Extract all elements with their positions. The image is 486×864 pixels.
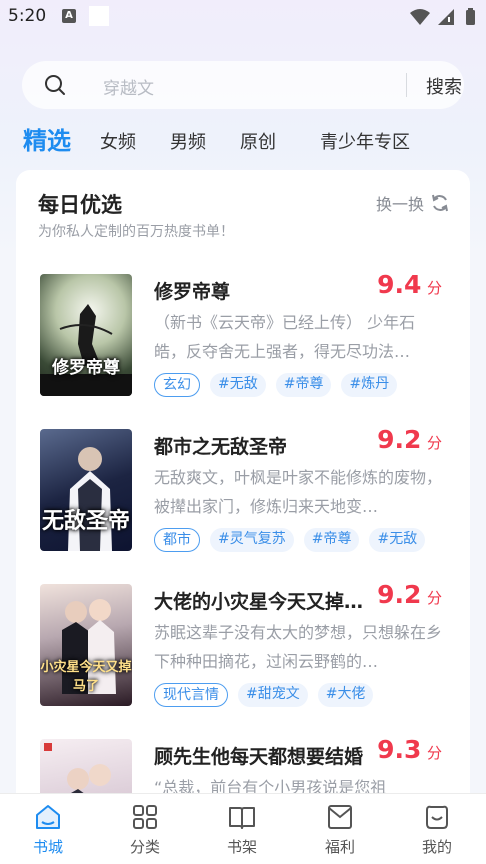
- grid-icon: [133, 805, 157, 829]
- nav-label: 福利: [324, 838, 355, 856]
- hashtag[interactable]: #灵气复苏: [210, 528, 294, 552]
- status-time: 5:20: [8, 6, 47, 26]
- nav-welfare[interactable]: 福利: [310, 802, 370, 862]
- nav-label: 书城: [32, 838, 63, 856]
- book-description: 无敌爽文，叶枫是叶家不能修炼的废物，被撵出家门，修炼归来天地变…: [154, 468, 443, 516]
- book-cover[interactable]: 小灾星今天又掉马了: [40, 584, 132, 706]
- status-bar: 5:20 A: [0, 0, 486, 34]
- search-icon: [45, 75, 65, 95]
- book-description: （新书《云天帝》已经上传） 少年石皓，反夺舍无上强者，得无尽功法…: [154, 313, 416, 361]
- book-tags: 现代言情 #甜宠文 #大佬: [154, 683, 374, 707]
- hashtag[interactable]: #帝尊: [303, 528, 360, 552]
- hashtag[interactable]: #无敌: [369, 528, 426, 552]
- search-input[interactable]: 穿越文: [103, 74, 154, 99]
- book-score: 9.4 分: [377, 270, 442, 299]
- nav-bookshelf[interactable]: 书架: [212, 802, 272, 862]
- book-item[interactable]: 小灾星今天又掉马了 大佬的小灾星今天又掉马了 9.2 分 苏眠这辈子没有太大的梦…: [40, 580, 450, 714]
- book-item[interactable]: 无敌圣帝 都市之无敌圣帝 9.2 分 无敌爽文，叶枫是叶家不能修炼的废物，被撵出…: [40, 425, 450, 559]
- nav-category[interactable]: 分类: [115, 802, 175, 862]
- book-title[interactable]: 修罗帝尊: [154, 277, 374, 304]
- hashtag[interactable]: #炼丹: [341, 373, 398, 397]
- refresh-label: 换一换: [375, 195, 424, 214]
- book-cover[interactable]: 修罗帝尊: [40, 274, 132, 396]
- book-cover[interactable]: 无敌圣帝: [40, 429, 132, 551]
- book-description: 苏眠这辈子没有太大的梦想，只想躲在乡下种种田摘花，过闲云野鹤的…: [154, 623, 443, 671]
- refresh-icon: [432, 194, 448, 212]
- book-tags: 都市 #灵气复苏 #帝尊 #无敌: [154, 528, 426, 552]
- bookstore-home-icon: [36, 805, 60, 829]
- book-open-icon: [229, 807, 255, 829]
- hashtag[interactable]: #大佬: [317, 683, 374, 707]
- hashtag[interactable]: #帝尊: [275, 373, 332, 397]
- signal-battery-icon: [410, 8, 475, 25]
- category-tag[interactable]: 现代言情: [154, 683, 228, 707]
- nav-bookstore[interactable]: 书城: [18, 802, 78, 862]
- book-item[interactable]: 修罗帝尊 修罗帝尊 9.4 分 （新书《云天帝》已经上传） 少年石皓，反夺舍无上…: [40, 270, 450, 404]
- envelope-icon: [328, 805, 352, 829]
- category-tag[interactable]: 玄幻: [154, 373, 200, 397]
- book-title[interactable]: 大佬的小灾星今天又掉马了: [154, 587, 374, 614]
- nav-label: 书架: [226, 838, 257, 856]
- nav-mine[interactable]: 我的: [407, 802, 467, 862]
- book-score: 9.2 分: [377, 425, 442, 454]
- hashtag[interactable]: #无敌: [210, 373, 266, 397]
- book-tags: 玄幻 #无敌 #帝尊 #炼丹: [154, 373, 398, 397]
- book-title[interactable]: 都市之无敌圣帝: [154, 432, 374, 459]
- search-divider: [406, 73, 407, 97]
- tab-youth[interactable]: 青少年专区: [320, 128, 410, 154]
- notification-square-icon: [89, 6, 109, 26]
- tab-original[interactable]: 原创: [240, 128, 276, 154]
- section-title: 每日优选: [38, 193, 122, 217]
- book-score: 9.3 分: [377, 739, 442, 764]
- search-button[interactable]: 搜索: [426, 73, 462, 99]
- tab-male[interactable]: 男频: [170, 128, 206, 154]
- book-title[interactable]: 顾先生他每天都想要结婚: [154, 742, 374, 769]
- bottom-nav: 书城 分类 书架 福利 我的: [0, 793, 486, 864]
- section-subtitle: 为你私人定制的百万热度书单！: [38, 224, 234, 240]
- cover-title: 修罗帝尊: [52, 358, 120, 378]
- refresh-button[interactable]: 换一换: [375, 193, 450, 214]
- daily-picks-card: 每日优选 为你私人定制的百万热度书单！ 换一换 修罗帝尊 修罗帝尊 9.4 分 …: [16, 170, 470, 810]
- cover-title: 小灾星今天又掉马了: [40, 660, 132, 694]
- hashtag[interactable]: #甜宠文: [238, 683, 308, 707]
- notification-a-icon: A: [62, 9, 76, 23]
- category-tag[interactable]: 都市: [154, 528, 200, 552]
- category-tabs: 精选 女频 男频 原创 青少年专区: [0, 118, 486, 162]
- nav-label: 分类: [129, 838, 160, 856]
- tab-female[interactable]: 女频: [100, 128, 136, 154]
- search-bar[interactable]: 穿越文 搜索: [22, 61, 464, 109]
- nav-label: 我的: [421, 838, 452, 856]
- profile-face-icon: [426, 805, 448, 829]
- book-score: 9.2 分: [377, 580, 442, 609]
- tab-featured[interactable]: 精选: [23, 121, 71, 156]
- cover-title: 无敌圣帝: [41, 508, 130, 534]
